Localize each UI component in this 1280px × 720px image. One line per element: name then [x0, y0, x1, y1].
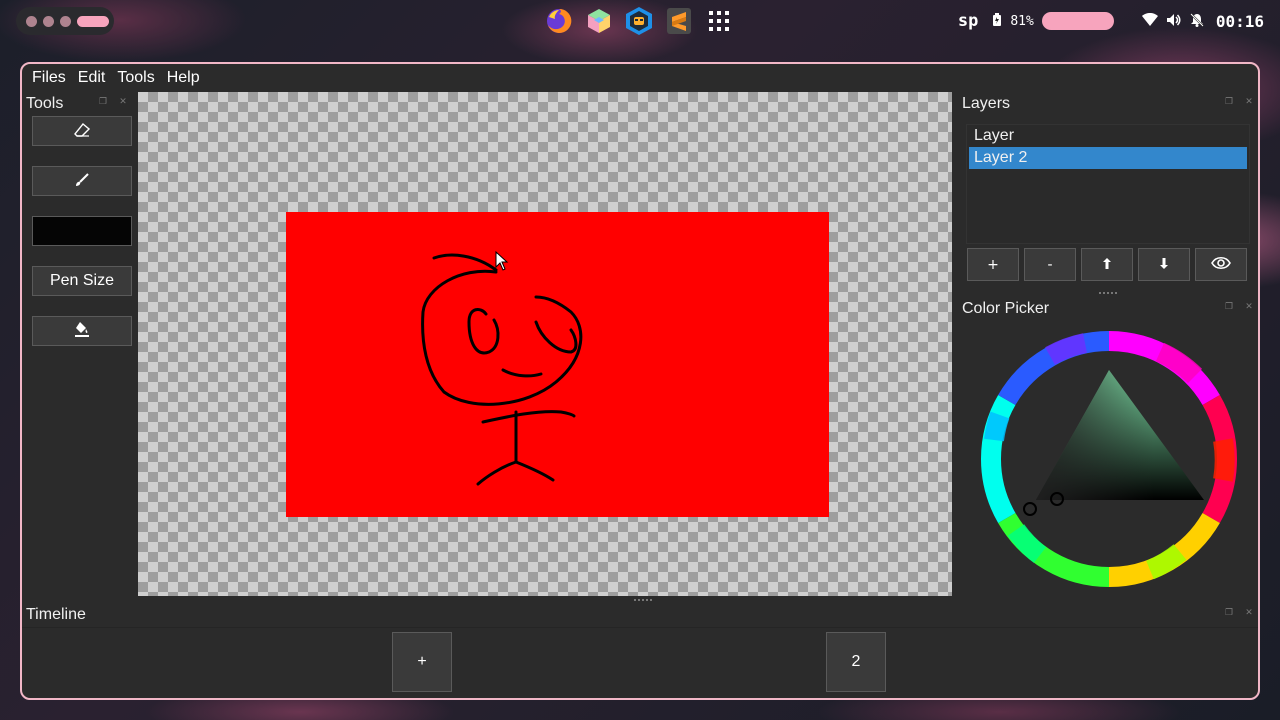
- brush-icon: [75, 172, 89, 191]
- notifications-muted-icon[interactable]: [1190, 12, 1204, 31]
- workspace-dot[interactable]: [60, 15, 71, 27]
- brush-tool-button[interactable]: [32, 166, 132, 196]
- float-panel-icon[interactable]: ❐: [1224, 97, 1234, 107]
- layer-controls: + -: [967, 248, 1247, 281]
- layer-item-selected[interactable]: Layer 2: [969, 147, 1247, 169]
- fill-bucket-icon: [74, 321, 90, 341]
- timeline-divider: [22, 627, 1258, 628]
- fill-tool-button[interactable]: [32, 316, 132, 346]
- wifi-icon[interactable]: [1141, 12, 1158, 31]
- float-panel-icon[interactable]: ❐: [1224, 608, 1234, 618]
- mouse-pointer-icon: [495, 251, 509, 271]
- layer-item[interactable]: Layer: [969, 125, 1247, 147]
- eye-icon: [1211, 256, 1231, 274]
- close-panel-icon[interactable]: ✕: [1244, 97, 1254, 107]
- canvas-layer-fill[interactable]: [286, 212, 829, 517]
- workspace-indicator[interactable]: [16, 7, 114, 35]
- clock[interactable]: 00:16: [1216, 12, 1264, 31]
- arrow-down-icon: [1160, 257, 1168, 273]
- add-frame-button[interactable]: +: [392, 632, 452, 692]
- current-color-swatch[interactable]: [32, 216, 132, 246]
- float-panel-icon[interactable]: ❐: [1224, 302, 1234, 312]
- layers-panel-controls: ❐ ✕: [1224, 97, 1254, 107]
- close-panel-icon[interactable]: ✕: [118, 97, 128, 107]
- eraser-icon: [74, 122, 91, 141]
- menu-help[interactable]: Help: [161, 69, 206, 87]
- battery-percent: 81%: [1010, 13, 1034, 29]
- drawing-canvas[interactable]: [138, 92, 952, 596]
- tools-panel-title: Tools: [26, 95, 64, 112]
- float-panel-icon[interactable]: ❐: [98, 97, 108, 107]
- menu-tools[interactable]: Tools: [111, 69, 160, 87]
- hue-selector-handle: [1023, 502, 1037, 516]
- timeline-title: Timeline: [26, 606, 86, 623]
- layers-panel-title: Layers: [962, 95, 1011, 112]
- pen-size-button[interactable]: Pen Size: [32, 266, 132, 296]
- cube-app-icon[interactable]: [583, 5, 615, 37]
- active-workspace-pill[interactable]: [77, 15, 109, 27]
- close-panel-icon[interactable]: ✕: [1244, 608, 1254, 618]
- color-wheel[interactable]: [980, 330, 1238, 588]
- move-layer-down-button[interactable]: [1138, 248, 1190, 281]
- keyboard-layout[interactable]: sp: [958, 11, 978, 31]
- system-tray: sp 81% 00:16: [958, 0, 1264, 42]
- toggle-layer-visibility-button[interactable]: [1195, 248, 1247, 281]
- layers-list: Layer Layer 2: [966, 124, 1250, 244]
- tools-panel-controls: ❐ ✕: [98, 97, 128, 107]
- app-grid-icon[interactable]: [703, 5, 735, 37]
- move-layer-up-button[interactable]: [1081, 248, 1133, 281]
- timeline-frame[interactable]: 2: [826, 632, 886, 692]
- app-window: Files Edit Tools Help Tools ❐ ✕ Pen Size: [20, 62, 1260, 700]
- arrow-up-icon: [1103, 257, 1111, 273]
- close-panel-icon[interactable]: ✕: [1244, 302, 1254, 312]
- add-layer-button[interactable]: +: [967, 248, 1019, 281]
- workspace-dot[interactable]: [26, 15, 37, 27]
- menubar: Files Edit Tools Help: [22, 64, 1258, 92]
- sublime-text-icon[interactable]: [663, 5, 695, 37]
- workspace-dot[interactable]: [43, 15, 54, 27]
- stick-figure-drawing: [421, 253, 583, 486]
- color-picker-controls: ❐ ✕: [1224, 302, 1254, 312]
- color-picker-title: Color Picker: [962, 300, 1050, 317]
- menu-edit[interactable]: Edit: [72, 69, 112, 87]
- volume-icon[interactable]: [1166, 12, 1182, 31]
- panel-splitter-handle[interactable]: [1099, 292, 1117, 294]
- timeline-splitter-handle[interactable]: [634, 599, 652, 601]
- firefox-icon[interactable]: [543, 5, 575, 37]
- app-dock: [543, 5, 735, 37]
- menu-files[interactable]: Files: [26, 69, 72, 87]
- system-top-bar: sp 81% 00:16: [0, 0, 1280, 42]
- battery-level-bar: [1041, 12, 1114, 30]
- remove-layer-button[interactable]: -: [1024, 248, 1076, 281]
- battery-icon: [992, 12, 1002, 31]
- timeline-controls: ❐ ✕: [1224, 608, 1254, 618]
- lion-app-icon[interactable]: [623, 5, 655, 37]
- eraser-tool-button[interactable]: [32, 116, 132, 146]
